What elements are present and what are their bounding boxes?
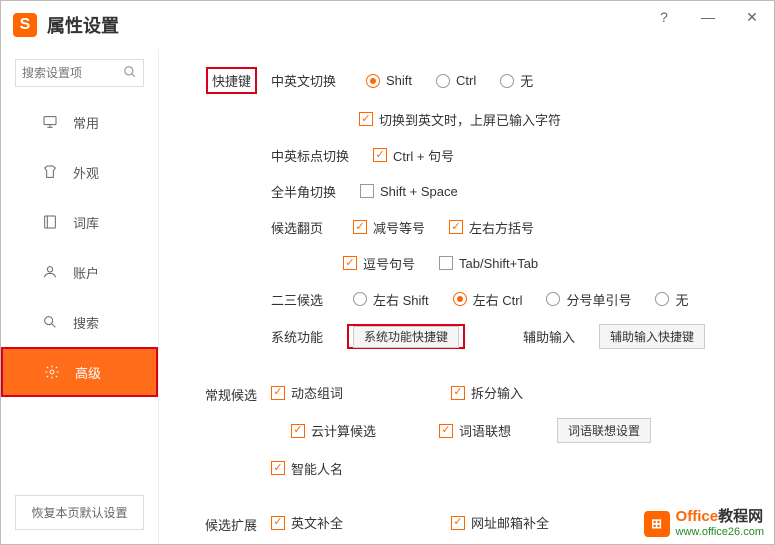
radio-shift[interactable]: Shift xyxy=(366,73,412,88)
chk-shift-space[interactable]: ✓Shift + Space xyxy=(360,184,458,199)
search-input[interactable] xyxy=(22,66,123,80)
search-icon xyxy=(123,65,137,82)
sidebar-item-appearance[interactable]: 外观 xyxy=(1,147,158,197)
cn-en-switch-label: 中英文切换 xyxy=(271,71,336,90)
chk-split[interactable]: ✓拆分输入 xyxy=(451,383,523,402)
watermark-url: www.office26.com xyxy=(676,526,764,538)
chk-tab[interactable]: ✓Tab/Shift+Tab xyxy=(439,256,538,271)
sidebar-item-label: 词库 xyxy=(73,213,99,232)
sidebar-item-account[interactable]: 账户 xyxy=(1,247,158,297)
app-logo: S xyxy=(13,13,37,37)
search-input-wrap[interactable] xyxy=(15,59,144,87)
chk-commit-chars[interactable]: ✓切换到英文时，上屏已输入字符 xyxy=(359,110,561,129)
watermark: ⊞ Office教程网 www.office26.com xyxy=(644,509,764,538)
chk-dynamic[interactable]: ✓动态组词 xyxy=(271,383,411,402)
auxinput-hotkey-button[interactable]: 辅助输入快捷键 xyxy=(599,324,705,349)
sidebar-item-search[interactable]: 搜索 xyxy=(1,297,158,347)
search-nav-icon xyxy=(41,313,59,331)
chk-brackets[interactable]: ✓左右方括号 xyxy=(449,218,534,237)
punct-switch-label: 中英标点切换 xyxy=(271,146,349,165)
page-flip-label: 候选翻页 xyxy=(271,218,329,237)
sysfunc-label: 系统功能 xyxy=(271,327,323,346)
section-hotkey: 快捷键 xyxy=(206,67,257,94)
sidebar-item-common[interactable]: 常用 xyxy=(1,97,158,147)
sidebar-item-label: 常用 xyxy=(73,113,99,132)
radio-ctrl[interactable]: Ctrl xyxy=(436,73,476,88)
full-half-label: 全半角切换 xyxy=(271,182,336,201)
chk-comma-period[interactable]: ✓逗号句号 xyxy=(343,254,415,273)
chk-minus-equal[interactable]: ✓减号等号 xyxy=(353,218,425,237)
auxinput-label: 辅助输入 xyxy=(523,327,575,346)
radio-none2[interactable]: 无 xyxy=(655,290,688,309)
sidebar-item-advanced[interactable]: 高级 xyxy=(1,347,158,397)
radio-none[interactable]: 无 xyxy=(500,71,533,90)
watermark-icon: ⊞ xyxy=(644,511,670,537)
restore-defaults-button[interactable]: 恢复本页默认设置 xyxy=(15,495,144,530)
sidebar-item-label: 外观 xyxy=(73,163,99,182)
section-expand: 候选扩展 xyxy=(183,515,257,534)
sidebar-item-label: 高级 xyxy=(75,363,101,382)
shirt-icon xyxy=(41,163,59,181)
radio-semi-quote[interactable]: 分号单引号 xyxy=(546,290,631,309)
cand23-label: 二三候选 xyxy=(271,290,329,309)
window-title: 属性设置 xyxy=(47,12,119,38)
gear-icon xyxy=(43,363,61,381)
user-icon xyxy=(41,263,59,281)
radio-lr-shift[interactable]: 左右 Shift xyxy=(353,290,429,309)
assoc-settings-button[interactable]: 词语联想设置 xyxy=(557,418,651,443)
chk-english[interactable]: ✓英文补全 xyxy=(271,513,411,532)
chk-ctrl-period[interactable]: ✓Ctrl + 句号 xyxy=(373,146,454,165)
chk-url[interactable]: ✓网址邮箱补全 xyxy=(451,513,549,532)
monitor-icon xyxy=(41,113,59,131)
sidebar-item-label: 搜索 xyxy=(73,313,99,332)
section-common: 常规候选 xyxy=(183,385,257,404)
chk-name[interactable]: ✓智能人名 xyxy=(271,459,343,478)
sysfunc-hotkey-button[interactable]: 系统功能快捷键 xyxy=(353,326,459,348)
sidebar-item-label: 账户 xyxy=(73,263,99,282)
minimize-button[interactable]: — xyxy=(686,1,730,33)
help-button[interactable]: ? xyxy=(642,1,686,33)
book-icon xyxy=(41,213,59,231)
radio-lr-ctrl[interactable]: 左右 Ctrl xyxy=(453,290,523,309)
chk-assoc[interactable]: ✓词语联想 xyxy=(439,421,529,440)
sidebar-item-dict[interactable]: 词库 xyxy=(1,197,158,247)
chk-cloud[interactable]: ✓云计算候选 xyxy=(291,421,411,440)
close-button[interactable]: ✕ xyxy=(730,1,774,33)
